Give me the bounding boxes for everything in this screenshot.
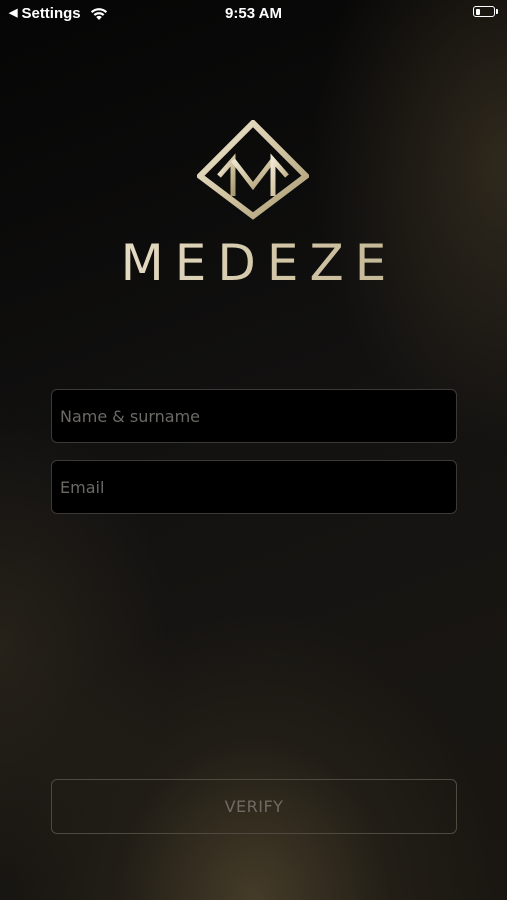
email-input[interactable] xyxy=(51,460,457,514)
status-bar: ◀ Settings 9:53 AM xyxy=(0,0,507,28)
battery-icon xyxy=(473,6,498,17)
clock: 9:53 AM xyxy=(225,5,282,22)
verify-button[interactable]: VERIFY xyxy=(51,779,457,834)
medeze-logo-icon xyxy=(197,120,309,220)
brand-name: MEDEZE xyxy=(0,234,507,292)
battery-level xyxy=(475,8,480,15)
name-surname-input[interactable] xyxy=(51,389,457,443)
